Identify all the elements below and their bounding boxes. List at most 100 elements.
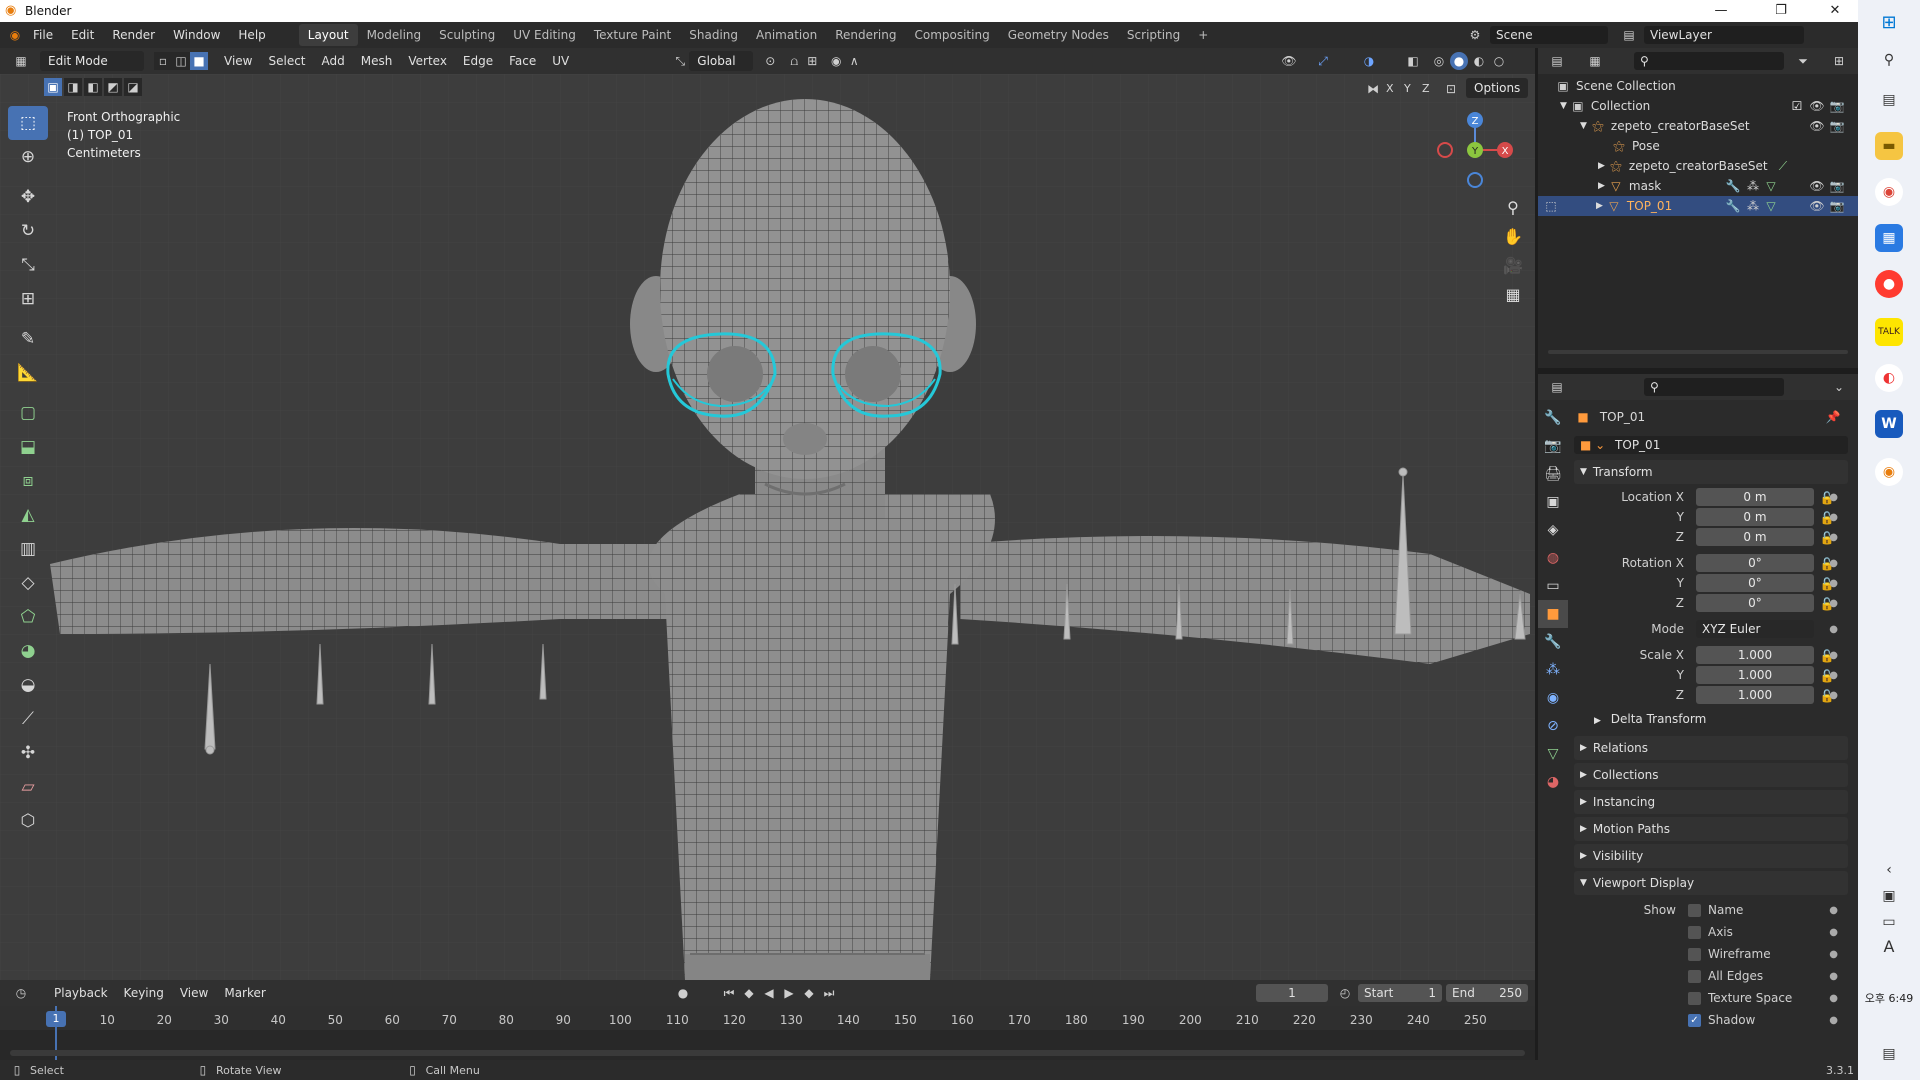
navigation-gizmo[interactable]: Z Y X bbox=[1435, 110, 1515, 190]
modifier-tab-icon[interactable]: 🔧 bbox=[1538, 628, 1568, 656]
visibility-eye-icon[interactable]: 👁 bbox=[1808, 177, 1826, 195]
outliner-item-armature[interactable]: ▼ ⚝ zepeto_creatorBaseSet 👁 📷 bbox=[1538, 116, 1858, 136]
menu-render[interactable]: Render bbox=[103, 28, 164, 42]
menu-select[interactable]: Select bbox=[260, 54, 313, 68]
scale-tool-icon[interactable]: ⤡ bbox=[8, 248, 48, 282]
visibility-eye-icon[interactable]: 👁 bbox=[1808, 97, 1826, 115]
timeline-editor-icon[interactable]: ◷ bbox=[12, 984, 30, 1002]
mirror-z[interactable]: Z bbox=[1422, 82, 1430, 95]
outliner-search[interactable]: ⚲ bbox=[1634, 52, 1784, 70]
scene-collection-row[interactable]: ▣ Scene Collection bbox=[1538, 76, 1858, 96]
view-layer-tab-icon[interactable]: ▣ bbox=[1538, 488, 1568, 516]
overlay-toggle-icon[interactable]: ◑ bbox=[1360, 52, 1378, 70]
edit-mode-icon[interactable]: ⬚ bbox=[1542, 197, 1560, 215]
exclude-checkbox-icon[interactable]: ☑ bbox=[1788, 97, 1806, 115]
start-frame-field[interactable]: Start 1 bbox=[1358, 984, 1442, 1002]
select-extend-icon[interactable]: ◨ bbox=[64, 78, 82, 96]
scene-selector[interactable]: Scene bbox=[1490, 26, 1608, 44]
render-camera-icon[interactable]: 📷 bbox=[1828, 197, 1846, 215]
word-icon[interactable]: W bbox=[1875, 410, 1903, 438]
menu-view[interactable]: View bbox=[216, 54, 260, 68]
collection-tab-icon[interactable]: ▭ bbox=[1538, 572, 1568, 600]
mirror-y[interactable]: Y bbox=[1404, 82, 1411, 95]
tab-uv-editing[interactable]: UV Editing bbox=[504, 24, 585, 46]
object-name-field[interactable]: ■ ⌄ TOP_01 bbox=[1574, 436, 1848, 454]
render-camera-icon[interactable]: 📷 bbox=[1828, 97, 1846, 115]
auto-merge-icon[interactable]: ⊡ bbox=[1442, 80, 1460, 98]
jump-end-icon[interactable]: ⏭ bbox=[820, 984, 838, 1002]
new-collection-icon[interactable]: ⊞ bbox=[1830, 52, 1848, 70]
notifications-icon[interactable]: ▤ bbox=[1875, 1040, 1903, 1068]
add-workspace-button[interactable]: + bbox=[1189, 24, 1217, 46]
properties-editor-icon[interactable]: ▤ bbox=[1548, 378, 1566, 396]
3d-viewport[interactable]: ▣ ◨ ◧ ◩ ◪ ⧓ X Y Z ⊡ Options ⬚ ⊕ ✥ ↻ ⤡ ⊞ … bbox=[0, 74, 1535, 980]
outliner-scrollbar[interactable] bbox=[1548, 350, 1848, 354]
tab-modeling[interactable]: Modeling bbox=[358, 24, 431, 46]
tab-rendering[interactable]: Rendering bbox=[826, 24, 905, 46]
play-reverse-icon[interactable]: ◀ bbox=[760, 984, 778, 1002]
tab-scripting[interactable]: Scripting bbox=[1118, 24, 1189, 46]
record-icon[interactable]: ● bbox=[674, 984, 692, 1002]
pan-hand-icon[interactable]: ✋ bbox=[1498, 221, 1528, 251]
keying-menu[interactable]: Keying bbox=[116, 986, 172, 1000]
rotate-tool-icon[interactable]: ↻ bbox=[8, 214, 48, 248]
rip-tool-icon[interactable]: ⬡ bbox=[8, 804, 48, 838]
timeline-view-menu[interactable]: View bbox=[172, 986, 216, 1000]
relations-panel-header[interactable]: ▶ Relations bbox=[1574, 736, 1848, 760]
camera-view-icon[interactable]: 🎥 bbox=[1498, 250, 1528, 280]
media-app-icon[interactable]: ◐ bbox=[1875, 364, 1903, 392]
motion-paths-panel-header[interactable]: ▶ Motion Paths bbox=[1574, 817, 1848, 841]
shear-tool-icon[interactable]: ▱ bbox=[8, 770, 48, 804]
object-tab-icon[interactable]: ■ bbox=[1538, 600, 1568, 628]
tab-layout[interactable]: Layout bbox=[298, 24, 358, 46]
expand-arrow-icon[interactable]: ▶ bbox=[1596, 201, 1603, 211]
show-all-edges-checkbox[interactable] bbox=[1688, 970, 1701, 983]
show-texture-space-checkbox[interactable] bbox=[1688, 992, 1701, 1005]
display-mode-icon[interactable]: ▦ bbox=[1586, 52, 1604, 70]
mode-selector[interactable]: Edit Mode bbox=[40, 51, 144, 71]
expand-arrow-icon[interactable]: ▼ bbox=[1560, 101, 1567, 111]
delta-transform-subpanel[interactable]: ▶ Delta Transform bbox=[1594, 712, 1706, 726]
scale-y-field[interactable]: 1.000 bbox=[1696, 666, 1814, 684]
show-axis-checkbox[interactable] bbox=[1688, 926, 1701, 939]
cursor-tool-icon[interactable]: ⊕ bbox=[8, 140, 48, 174]
mesh-data-tab-icon[interactable]: ▽ bbox=[1538, 740, 1568, 768]
render-camera-icon[interactable]: 📷 bbox=[1828, 177, 1846, 195]
render-camera-icon[interactable]: 📷 bbox=[1828, 117, 1846, 135]
prev-key-icon[interactable]: ◆ bbox=[740, 984, 758, 1002]
vertex-select-icon[interactable]: ▫ bbox=[154, 52, 172, 70]
pin-icon[interactable]: 📌 bbox=[1824, 408, 1842, 426]
tab-compositing[interactable]: Compositing bbox=[905, 24, 998, 46]
poly-build-tool-icon[interactable]: ⬠ bbox=[8, 600, 48, 634]
show-name-checkbox[interactable] bbox=[1688, 904, 1701, 917]
knife-tool-icon[interactable]: ◇ bbox=[8, 566, 48, 600]
gizmo-toggle-icon[interactable]: ⤢ bbox=[1314, 52, 1332, 70]
pivot-icon[interactable]: ⊙ bbox=[761, 52, 779, 70]
render-tab-icon[interactable]: 📷 bbox=[1538, 432, 1568, 460]
filter-icon[interactable]: ⏷ bbox=[1794, 52, 1812, 70]
snap-target-icon[interactable]: ⊞ bbox=[803, 52, 821, 70]
playhead-frame[interactable]: 1 bbox=[46, 1011, 66, 1027]
menu-mesh[interactable]: Mesh bbox=[353, 54, 401, 68]
transform-panel-header[interactable]: ▼ Transform bbox=[1574, 460, 1848, 484]
expand-arrow-icon[interactable]: ▶ bbox=[1598, 181, 1605, 191]
options-dropdown[interactable]: Options bbox=[1466, 78, 1528, 98]
material-tab-icon[interactable]: ◕ bbox=[1538, 768, 1568, 796]
next-key-icon[interactable]: ◆ bbox=[800, 984, 818, 1002]
end-frame-field[interactable]: End 250 bbox=[1446, 984, 1528, 1002]
xray-icon[interactable]: ◧ bbox=[1404, 52, 1422, 70]
transform-tool-icon[interactable]: ⊞ bbox=[8, 282, 48, 316]
orientation-selector[interactable]: Global bbox=[689, 51, 754, 71]
bevel-tool-icon[interactable]: ◭ bbox=[8, 498, 48, 532]
properties-options-icon[interactable]: ⌄ bbox=[1830, 378, 1848, 396]
editor-type-icon[interactable]: ▦ bbox=[12, 52, 30, 70]
playback-menu[interactable]: Playback bbox=[46, 986, 116, 1000]
outliner-editor-icon[interactable]: ▤ bbox=[1548, 52, 1566, 70]
edge-slide-tool-icon[interactable]: ⟋ bbox=[8, 702, 48, 736]
measure-tool-icon[interactable]: 📐 bbox=[8, 356, 48, 390]
add-cube-tool-icon[interactable]: ▢ bbox=[8, 396, 48, 430]
solid-shading-icon[interactable]: ● bbox=[1450, 52, 1468, 70]
annotate-tool-icon[interactable]: ✎ bbox=[8, 322, 48, 356]
proportional-edit-icon[interactable]: ◉ bbox=[827, 52, 845, 70]
blender-taskbar-icon[interactable]: ◉ bbox=[1875, 458, 1903, 486]
